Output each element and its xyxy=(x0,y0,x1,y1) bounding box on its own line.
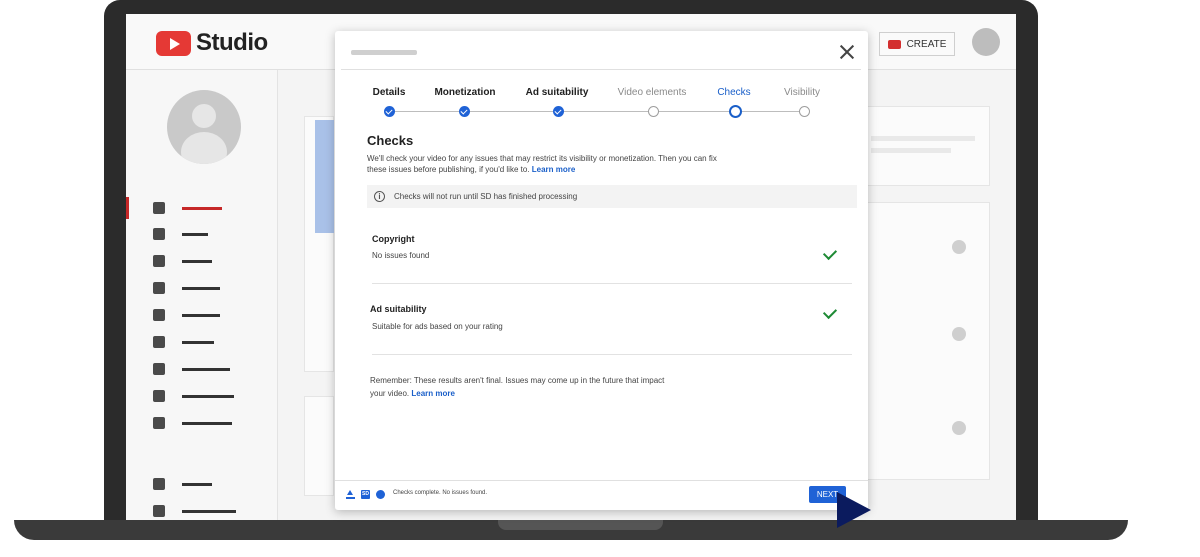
step-done-check-icon xyxy=(459,106,470,117)
upload-dialog: Details Monetization Ad suitability Vide… xyxy=(335,31,868,510)
pointer-cursor-icon xyxy=(837,492,871,528)
dashboard-icon xyxy=(153,202,165,214)
content-icon xyxy=(153,228,165,240)
step-done-check-icon xyxy=(553,106,564,117)
ad-suitability-status: Suitable for ads based on your rating xyxy=(372,322,503,331)
checks-description: We'll check your video for any issues th… xyxy=(367,153,737,175)
learn-more-link[interactable]: Learn more xyxy=(411,389,455,398)
sidebar-item-label xyxy=(182,286,220,290)
sidebar-item-label xyxy=(182,509,236,513)
sidebar-item-monetization[interactable] xyxy=(126,358,278,380)
ad-suitability-title: Ad suitability xyxy=(370,304,427,314)
ad-suitability-checkmark-icon xyxy=(822,304,838,320)
audio-library-icon xyxy=(153,417,165,429)
feedback-icon xyxy=(153,505,165,517)
divider xyxy=(341,69,861,70)
sidebar-item-playlists[interactable] xyxy=(126,250,278,272)
active-marker xyxy=(126,197,129,219)
divider xyxy=(372,283,852,284)
create-label: CREATE xyxy=(906,38,947,50)
bg-card xyxy=(304,396,334,496)
sidebar xyxy=(126,70,278,520)
sidebar-item-audio-library[interactable] xyxy=(126,412,278,434)
footer-divider xyxy=(335,480,868,481)
copyright-checkmark-icon xyxy=(822,245,838,261)
stepper-track xyxy=(395,111,805,112)
sidebar-item-label xyxy=(182,421,232,425)
dollar-icon xyxy=(153,363,165,375)
sidebar-item-label xyxy=(182,482,212,486)
subtitles-icon xyxy=(153,336,165,348)
divider xyxy=(372,354,852,355)
logo-text: Studio xyxy=(196,29,268,56)
account-avatar[interactable] xyxy=(972,28,1000,56)
bg-thumbnail xyxy=(315,120,334,233)
sidebar-item-subtitles[interactable] xyxy=(126,331,278,353)
sidebar-item-comments[interactable] xyxy=(126,304,278,326)
sidebar-item-settings[interactable] xyxy=(126,473,278,495)
sidebar-item-label xyxy=(182,206,222,210)
sidebar-item-label xyxy=(182,394,234,398)
studio-logo[interactable]: Studio xyxy=(156,29,268,57)
info-icon: i xyxy=(374,191,385,202)
analytics-icon xyxy=(153,282,165,294)
sidebar-item-content[interactable] xyxy=(126,223,278,245)
step-label: Monetization xyxy=(434,87,496,98)
page-title: Checks xyxy=(367,133,414,148)
magic-wand-icon xyxy=(153,390,165,402)
sidebar-item-dashboard[interactable] xyxy=(126,197,278,219)
sidebar-item-analytics[interactable] xyxy=(126,277,278,299)
step-monetization[interactable]: Monetization xyxy=(415,87,515,98)
bg-avatar xyxy=(952,421,966,435)
bg-avatar xyxy=(952,240,966,254)
bg-card xyxy=(866,106,990,186)
create-button[interactable]: CREATE xyxy=(879,32,955,56)
sidebar-item-label xyxy=(182,313,220,317)
step-ad-suitability[interactable]: Ad suitability xyxy=(507,87,607,98)
sidebar-item-label xyxy=(182,367,230,371)
bg-placeholder xyxy=(871,136,975,141)
learn-more-link[interactable]: Learn more xyxy=(532,165,576,174)
sd-badge-icon: SD xyxy=(361,490,370,499)
sidebar-item-feedback[interactable] xyxy=(126,500,278,520)
step-pending-dot xyxy=(799,106,810,117)
play-logo-icon xyxy=(156,30,191,56)
copyright-status: No issues found xyxy=(372,251,430,260)
sidebar-item-label xyxy=(182,232,208,236)
bg-card xyxy=(866,202,990,480)
dialog-title-placeholder xyxy=(351,50,417,55)
page: Studio CREATE Details Monetization Ad su… xyxy=(0,0,1200,557)
step-label: Ad suitability xyxy=(525,87,589,98)
laptop-notch xyxy=(498,520,663,530)
checks-complete-icon xyxy=(376,490,385,499)
sidebar-item-label xyxy=(182,340,214,344)
bg-placeholder xyxy=(871,148,951,153)
processing-notice: i Checks will not run until SD has finis… xyxy=(367,185,857,208)
video-camera-icon xyxy=(887,39,901,49)
bg-avatar xyxy=(952,327,966,341)
playlist-icon xyxy=(153,255,165,267)
close-icon[interactable] xyxy=(838,43,856,61)
step-pending-dot xyxy=(648,106,659,117)
gear-icon xyxy=(153,478,165,490)
sidebar-item-label xyxy=(182,259,212,263)
channel-avatar[interactable] xyxy=(167,90,241,164)
step-visibility[interactable]: Visibility xyxy=(752,87,852,98)
results-disclaimer: Remember: These results aren't final. Is… xyxy=(370,374,670,400)
notice-text: Checks will not run until SD has finishe… xyxy=(394,192,578,201)
copyright-title: Copyright xyxy=(372,234,415,244)
sidebar-item-customization[interactable] xyxy=(126,385,278,407)
upload-icon xyxy=(346,490,355,499)
step-done-check-icon xyxy=(384,106,395,117)
comments-icon xyxy=(153,309,165,321)
step-current-dot xyxy=(729,105,742,118)
footer-status: Checks complete. No issues found. xyxy=(393,490,488,496)
step-label: Visibility xyxy=(784,87,820,98)
